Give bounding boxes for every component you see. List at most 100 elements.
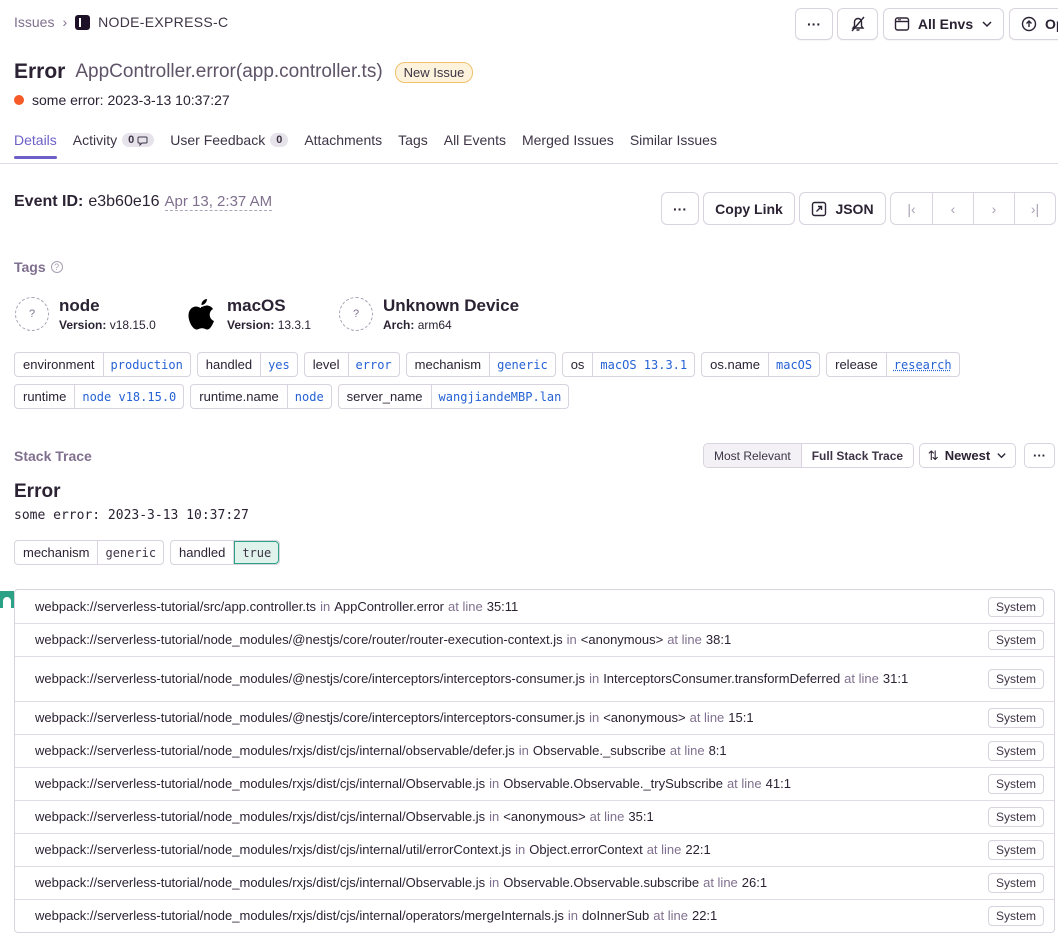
frame-text: webpack://serverless-tutorial/node_modul… xyxy=(35,776,791,792)
frame-at-line-label: at line xyxy=(653,908,688,923)
frame-function: InterceptorsConsumer.transformDeferred xyxy=(603,671,841,686)
tab-tags[interactable]: Tags xyxy=(398,132,428,158)
event-date[interactable]: Apr 13, 2:37 AM xyxy=(164,193,273,211)
stack-frame-row[interactable]: webpack://serverless-tutorial/node_modul… xyxy=(15,701,1054,734)
tag-server-name[interactable]: server_name wangjiandeMBP.lan xyxy=(337,384,570,409)
issue-message-row: some error: 2023-3-13 10:37:27 xyxy=(14,92,230,108)
tab-label: All Events xyxy=(443,132,506,148)
stack-frame-row[interactable]: webpack://serverless-tutorial/node_modul… xyxy=(15,899,1054,932)
comment-icon xyxy=(137,136,148,146)
tag-mechanism[interactable]: mechanism generic xyxy=(405,352,556,377)
more-actions-button[interactable]: ··· xyxy=(795,8,833,40)
next-event-icon[interactable]: › xyxy=(973,193,1014,224)
frame-at-line-label: at line xyxy=(646,842,682,857)
mute-button[interactable] xyxy=(837,8,878,40)
handled-tag: handled true xyxy=(170,540,281,565)
chevron-down-icon xyxy=(982,21,992,28)
tag-environment[interactable]: environment production xyxy=(14,352,191,377)
stack-frame-row[interactable]: webpack://serverless-tutorial/src/app.co… xyxy=(15,590,1054,623)
frame-in-label: in xyxy=(567,908,579,923)
more-icon: ··· xyxy=(807,16,821,32)
json-label: JSON xyxy=(835,200,874,217)
frame-in-label: in xyxy=(489,809,500,824)
stack-frame-row[interactable]: webpack://serverless-tutorial/node_modul… xyxy=(15,623,1054,656)
tag-os[interactable]: os macOS 13.3.1 xyxy=(561,352,696,377)
stack-frame-row[interactable]: webpack://serverless-tutorial/node_modul… xyxy=(15,833,1054,866)
environment-selector[interactable]: All Envs xyxy=(883,8,1004,40)
apple-icon xyxy=(188,299,214,330)
copy-link-button[interactable]: Copy Link xyxy=(703,192,795,225)
help-icon[interactable]: ? xyxy=(50,261,63,273)
tab-activity[interactable]: Activity 0 xyxy=(73,132,155,158)
tab-similar-issues[interactable]: Similar Issues xyxy=(630,132,717,158)
stack-frame-row[interactable]: webpack://serverless-tutorial/node_modul… xyxy=(15,734,1054,767)
full-stack-trace-option[interactable]: Full Stack Trace xyxy=(800,444,914,467)
copy-link-label: Copy Link xyxy=(715,200,783,217)
previous-event-icon[interactable]: ‹ xyxy=(932,193,973,224)
json-button[interactable]: JSON xyxy=(799,192,886,225)
stack-frame-row[interactable]: webpack://serverless-tutorial/node_modul… xyxy=(15,866,1054,899)
frame-at-line-label: at line xyxy=(689,710,725,725)
frame-filename: webpack://serverless-tutorial/node_modul… xyxy=(35,875,486,890)
frame-in-label: in xyxy=(489,776,500,791)
frame-line-number: 15:1 xyxy=(728,710,754,725)
exception-type: Error xyxy=(14,481,61,502)
frame-text: webpack://serverless-tutorial/node_modul… xyxy=(35,710,754,726)
open-in-button[interactable]: Op xyxy=(1009,8,1058,40)
event-navigation: |‹ ‹ › ›| xyxy=(890,192,1056,225)
tag-os-name[interactable]: os.name macOS xyxy=(701,352,821,377)
stack-frame-row[interactable]: webpack://serverless-tutorial/node_modul… xyxy=(15,656,1054,701)
system-badge: System xyxy=(987,774,1044,794)
system-badge: System xyxy=(987,807,1044,827)
breadcrumb-project[interactable]: NODE-EXPRESS-C xyxy=(98,14,228,30)
stack-frame-row[interactable]: webpack://serverless-tutorial/node_modul… xyxy=(15,800,1054,833)
event-more-button[interactable]: ··· xyxy=(661,192,699,225)
frame-filename: webpack://serverless-tutorial/node_modul… xyxy=(35,632,563,647)
open-label: Op xyxy=(1045,16,1058,32)
frame-in-label: in xyxy=(589,710,600,725)
tags-section-title: Tags ? xyxy=(14,259,63,275)
issue-tabs: Details Activity 0 User Feedback 0 Attachm… xyxy=(14,132,717,159)
sort-order-dropdown[interactable]: ⇅ Newest xyxy=(919,443,1016,468)
most-relevant-option[interactable]: Most Relevant xyxy=(704,444,801,467)
system-badge: System xyxy=(987,906,1044,926)
tab-details[interactable]: Details xyxy=(14,132,57,159)
tab-attachments[interactable]: Attachments xyxy=(304,132,382,158)
tag-runtime[interactable]: runtime node v18.15.0 xyxy=(14,384,185,409)
system-badge: System xyxy=(987,873,1044,893)
mechanism-tags: mechanism generic handled true xyxy=(14,540,281,565)
tag-list-row-2: runtime node v18.15.0 runtime.name node se… xyxy=(14,384,570,409)
frame-at-line-label: at line xyxy=(703,875,738,890)
frame-function: <anonymous> xyxy=(603,710,686,725)
tag-level[interactable]: level error xyxy=(303,352,400,377)
event-id: e3b60e16 xyxy=(88,193,160,210)
first-event-icon[interactable]: |‹ xyxy=(891,193,932,224)
stack-frame-row[interactable]: webpack://serverless-tutorial/node_modul… xyxy=(15,767,1054,800)
context-device: ? Unknown Device Arch: arm64 xyxy=(339,296,519,332)
stack-more-button[interactable]: ··· xyxy=(1024,443,1055,468)
frame-function: Observable.Observable.subscribe xyxy=(503,875,700,890)
tab-label: Merged Issues xyxy=(521,132,614,148)
exception-message: some error: 2023-3-13 10:37:27 xyxy=(14,508,249,523)
tag-runtime-name[interactable]: runtime.name node xyxy=(190,384,332,409)
last-event-icon[interactable]: ›| xyxy=(1014,193,1055,224)
frame-function: AppController.error xyxy=(334,598,445,614)
tag-handled[interactable]: handled yes xyxy=(196,352,298,377)
tab-merged-issues[interactable]: Merged Issues xyxy=(522,132,614,158)
tab-all-events[interactable]: All Events xyxy=(444,132,506,158)
frame-text: webpack://serverless-tutorial/node_modul… xyxy=(35,809,654,825)
system-badge: System xyxy=(987,669,1044,689)
activity-count: 0 xyxy=(122,133,155,147)
unknown-device-icon: ? xyxy=(339,297,373,331)
tag-release[interactable]: release research xyxy=(826,352,960,377)
breadcrumb-issues-link[interactable]: Issues xyxy=(14,14,54,30)
frame-filename: webpack://serverless-tutorial/node_modul… xyxy=(35,842,512,857)
frame-line-number: 26:1 xyxy=(741,875,768,890)
tab-user-feedback[interactable]: User Feedback 0 xyxy=(170,132,289,158)
frame-function: Observable.Observable._trySubscribe xyxy=(503,776,723,791)
context-name: Unknown Device xyxy=(383,296,520,315)
bell-off-icon xyxy=(850,16,865,32)
frame-text: webpack://serverless-tutorial/node_modul… xyxy=(35,842,711,858)
frame-text: webpack://serverless-tutorial/node_modul… xyxy=(35,875,767,891)
sort-label: Newest xyxy=(944,448,991,463)
